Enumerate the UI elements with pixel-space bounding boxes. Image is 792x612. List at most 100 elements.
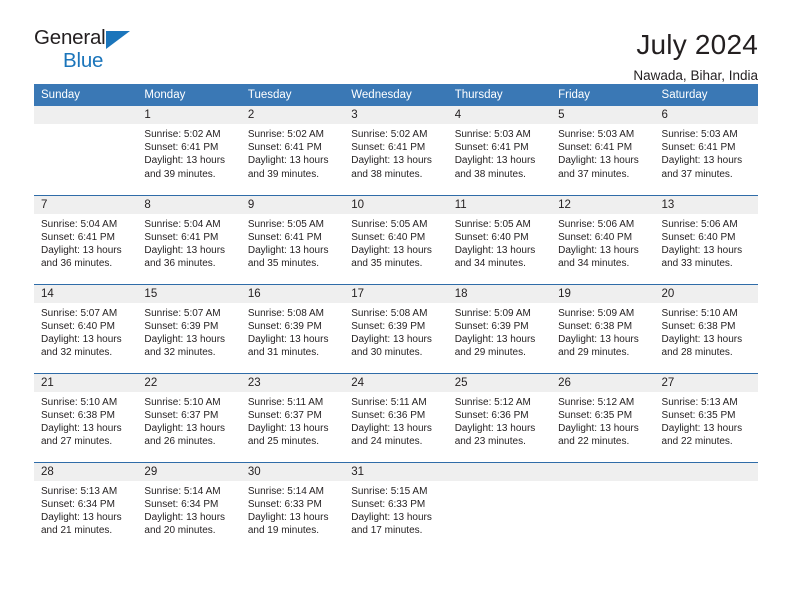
day-cell[interactable]: 24 Sunrise: 5:11 AM Sunset: 6:36 PM Dayligh… (344, 372, 448, 462)
day-cell[interactable]: 6 Sunrise: 5:03 AM Sunset: 6:41 PM Daylight… (654, 106, 758, 195)
day-daylight-1-text: Daylight: 13 hours (454, 422, 536, 434)
day-sunset-text: Sunset: 6:38 PM (41, 409, 115, 421)
day-number: 23 (240, 373, 345, 392)
day-details: Sunrise: 5:10 AM Sunset: 6:38 PM Daylight:… (655, 303, 758, 360)
day-cell[interactable]: 1 Sunrise: 5:02 AM Sunset: 6:41 PM Daylight… (137, 106, 241, 195)
page-header: General Blue July 2024 Nawada, Bihar, In… (0, 0, 792, 83)
day-cell[interactable]: 19 Sunrise: 5:09 AM Sunset: 6:38 PM Dayligh… (551, 283, 655, 373)
day-sunrise-text: Sunrise: 5:12 AM (454, 396, 531, 408)
day-details: Sunrise: 5:05 AM Sunset: 6:40 PM Daylight:… (448, 214, 551, 271)
day-sunset-text: Sunset: 6:41 PM (351, 142, 426, 154)
day-sunrise-text: Sunrise: 5:03 AM (454, 129, 531, 140)
day-daylight-1-text: Daylight: 13 hours (558, 333, 639, 345)
day-cell[interactable]: 30 Sunrise: 5:14 AM Sunset: 6:33 PM Dayligh… (240, 461, 345, 551)
day-details: Sunrise: 5:02 AM Sunset: 6:41 PM Daylight:… (137, 124, 240, 181)
day-sunrise-text: Sunrise: 5:06 AM (661, 218, 738, 230)
day-cell[interactable]: 16 Sunrise: 5:08 AM Sunset: 6:39 PM Dayligh… (240, 283, 345, 373)
day-number: 22 (137, 373, 241, 392)
day-details: Sunrise: 5:15 AM Sunset: 6:33 PM Daylight:… (344, 481, 447, 538)
day-sunrise-text: Sunrise: 5:04 AM (144, 218, 221, 230)
day-cell[interactable]: 29 Sunrise: 5:14 AM Sunset: 6:34 PM Dayligh… (137, 461, 241, 551)
day-number: 19 (551, 284, 655, 303)
day-cell[interactable]: 23 Sunrise: 5:11 AM Sunset: 6:37 PM Dayligh… (240, 372, 345, 462)
day-number: 26 (551, 373, 655, 392)
day-cell[interactable]: 5 Sunrise: 5:03 AM Sunset: 6:41 PM Daylight… (551, 106, 655, 195)
day-sunrise-text: Sunrise: 5:06 AM (558, 218, 635, 230)
day-sunrise-text: Sunrise: 5:05 AM (454, 218, 531, 230)
day-cell[interactable]: 8 Sunrise: 5:04 AM Sunset: 6:41 PM Daylight… (137, 194, 241, 284)
day-details: Sunrise: 5:05 AM Sunset: 6:41 PM Daylight:… (241, 214, 344, 271)
day-details: Sunrise: 5:04 AM Sunset: 6:41 PM Daylight:… (34, 214, 137, 271)
day-details: Sunrise: 5:08 AM Sunset: 6:39 PM Daylight:… (344, 303, 447, 360)
day-details: Sunrise: 5:07 AM Sunset: 6:40 PM Daylight:… (34, 303, 137, 360)
day-cell[interactable]: 27 Sunrise: 5:13 AM Sunset: 6:35 PM Dayligh… (654, 372, 758, 462)
day-sunset-text: Sunset: 6:40 PM (454, 231, 529, 243)
day-cell[interactable]: 12 Sunrise: 5:06 AM Sunset: 6:40 PM Dayligh… (551, 194, 655, 284)
day-cell[interactable]: 15 Sunrise: 5:07 AM Sunset: 6:39 PM Dayligh… (137, 283, 241, 373)
day-cell[interactable]: 17 Sunrise: 5:08 AM Sunset: 6:39 PM Dayligh… (344, 283, 448, 373)
day-daylight-1-text: Daylight: 13 hours (351, 422, 432, 434)
day-cell[interactable]: 11 Sunrise: 5:05 AM Sunset: 6:40 PM Dayligh… (447, 194, 552, 284)
day-cell[interactable]: 9 Sunrise: 5:05 AM Sunset: 6:41 PM Daylight… (240, 194, 345, 284)
day-daylight-2-text: and 20 minutes. (144, 525, 216, 537)
day-sunset-text: Sunset: 6:35 PM (661, 409, 736, 421)
day-daylight-2-text: and 25 minutes. (247, 436, 320, 448)
day-cell[interactable]: 13 Sunrise: 5:06 AM Sunset: 6:40 PM Dayligh… (654, 194, 758, 284)
day-sunset-text: Sunset: 6:41 PM (454, 142, 529, 154)
title-block: July 2024 Nawada, Bihar, India (633, 28, 758, 86)
day-sunrise-text: Sunrise: 5:10 AM (41, 396, 118, 408)
day-daylight-1-text: Daylight: 13 hours (454, 244, 536, 256)
day-number: 16 (240, 284, 345, 303)
day-daylight-2-text: and 32 minutes. (41, 347, 113, 359)
weekday-header-sunday: Sunday (34, 84, 138, 106)
day-daylight-2-text: and 29 minutes. (558, 347, 630, 359)
day-sunrise-text: Sunrise: 5:09 AM (454, 307, 531, 319)
day-cell[interactable]: 10 Sunrise: 5:05 AM Sunset: 6:40 PM Dayligh… (344, 194, 448, 284)
day-cell[interactable]: 28 Sunrise: 5:13 AM Sunset: 6:34 PM Dayligh… (34, 461, 138, 551)
day-daylight-2-text: and 19 minutes. (247, 525, 320, 537)
day-sunset-text: Sunset: 6:40 PM (558, 231, 633, 243)
day-number: 18 (447, 284, 552, 303)
day-cell[interactable]: 25 Sunrise: 5:12 AM Sunset: 6:36 PM Dayligh… (447, 372, 552, 462)
day-number (34, 106, 138, 124)
calendar-page: General Blue July 2024 Nawada, Bihar, In… (0, 0, 792, 612)
calendar-week-row: 21 Sunrise: 5:10 AM Sunset: 6:38 PM Dayligh… (34, 372, 758, 462)
day-number: 8 (137, 195, 241, 214)
day-cell[interactable]: 18 Sunrise: 5:09 AM Sunset: 6:39 PM Dayligh… (447, 283, 552, 373)
calendar-week-row: 1 Sunrise: 5:02 AM Sunset: 6:41 PM Daylight… (34, 106, 758, 195)
day-daylight-2-text: and 23 minutes. (454, 436, 526, 448)
day-daylight-2-text: and 31 minutes. (247, 347, 320, 359)
day-number: 12 (551, 195, 655, 214)
day-cell[interactable]: 4 Sunrise: 5:03 AM Sunset: 6:41 PM Daylight… (447, 106, 552, 195)
triangle-icon (106, 31, 130, 49)
day-cell[interactable]: 22 Sunrise: 5:10 AM Sunset: 6:37 PM Dayligh… (137, 372, 241, 462)
day-number: 27 (654, 373, 758, 392)
brand-logo[interactable]: General Blue (34, 27, 144, 74)
day-cell[interactable]: 26 Sunrise: 5:12 AM Sunset: 6:35 PM Dayligh… (551, 372, 655, 462)
day-cell[interactable]: 20 Sunrise: 5:10 AM Sunset: 6:38 PM Dayligh… (654, 283, 758, 373)
day-sunrise-text: Sunrise: 5:11 AM (351, 396, 427, 408)
day-daylight-1-text: Daylight: 13 hours (247, 155, 329, 167)
day-cell[interactable]: 21 Sunrise: 5:10 AM Sunset: 6:38 PM Dayligh… (34, 372, 138, 462)
day-cell[interactable]: 2 Sunrise: 5:02 AM Sunset: 6:41 PM Daylight… (240, 106, 345, 195)
day-number: 9 (240, 195, 345, 214)
day-cell[interactable]: 31 Sunrise: 5:15 AM Sunset: 6:33 PM Dayligh… (344, 461, 448, 551)
day-cell[interactable]: 3 Sunrise: 5:02 AM Sunset: 6:41 PM Daylight… (344, 106, 448, 195)
day-details: Sunrise: 5:13 AM Sunset: 6:34 PM Daylight:… (34, 481, 137, 538)
day-details: Sunrise: 5:14 AM Sunset: 6:33 PM Daylight:… (241, 481, 344, 538)
day-sunset-text: Sunset: 6:38 PM (661, 320, 736, 332)
day-sunset-text: Sunset: 6:38 PM (558, 320, 633, 332)
day-details: Sunrise: 5:02 AM Sunset: 6:41 PM Daylight:… (344, 124, 447, 181)
day-daylight-1-text: Daylight: 13 hours (144, 244, 226, 256)
day-daylight-2-text: and 39 minutes. (247, 168, 320, 180)
day-daylight-1-text: Daylight: 13 hours (144, 333, 226, 345)
day-details: Sunrise: 5:06 AM Sunset: 6:40 PM Daylight:… (655, 214, 758, 271)
day-details: Sunrise: 5:07 AM Sunset: 6:39 PM Daylight:… (137, 303, 240, 360)
day-details: Sunrise: 5:12 AM Sunset: 6:35 PM Daylight:… (551, 392, 654, 449)
day-details: Sunrise: 5:09 AM Sunset: 6:38 PM Daylight:… (551, 303, 654, 360)
day-daylight-1-text: Daylight: 13 hours (661, 422, 743, 434)
day-details: Sunrise: 5:11 AM Sunset: 6:36 PM Daylight:… (344, 392, 447, 449)
day-sunrise-text: Sunrise: 5:08 AM (351, 307, 428, 319)
day-cell[interactable]: 14 Sunrise: 5:07 AM Sunset: 6:40 PM Dayligh… (34, 283, 138, 373)
day-cell[interactable]: 7 Sunrise: 5:04 AM Sunset: 6:41 PM Daylight… (34, 194, 138, 284)
